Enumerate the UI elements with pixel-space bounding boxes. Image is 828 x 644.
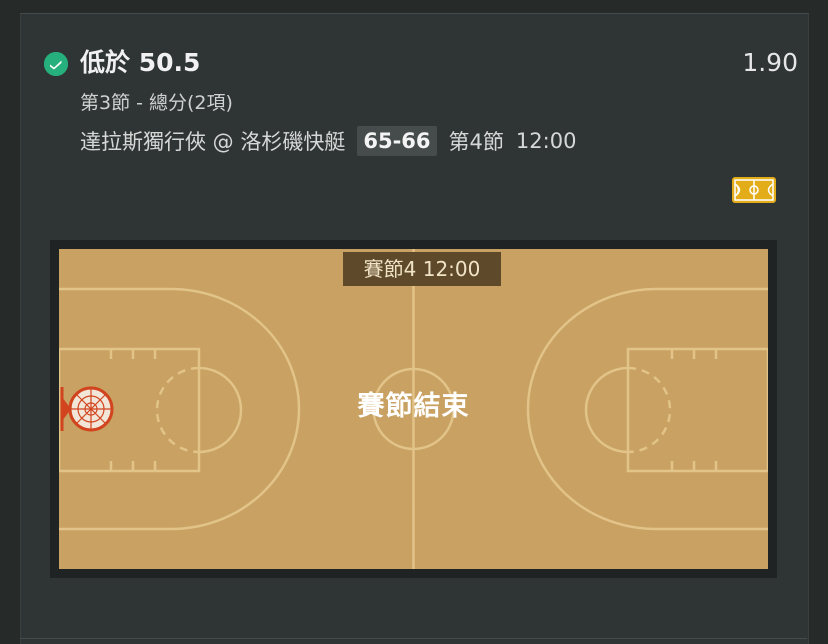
bet-odds: 1.90 xyxy=(742,48,798,77)
basketball-court: 賽節4 12:00 賽節結束 xyxy=(59,249,768,569)
match-info: 達拉斯獨行俠 @ 洛杉磯快艇 65-66 第4節 12:00 xyxy=(80,125,576,157)
check-circle-icon xyxy=(44,52,68,76)
match-period: 第4節 xyxy=(448,130,504,154)
divider xyxy=(20,638,807,639)
match-teams[interactable]: 達拉斯獨行俠 @ 洛杉磯快艇 xyxy=(80,126,345,156)
bet-selection: 低於 50.5 xyxy=(80,48,201,77)
basketball-court-icon xyxy=(734,179,774,201)
period-status: 賽節結束 xyxy=(357,391,470,422)
match-time: 12:00 xyxy=(515,129,577,153)
bet-market: 第3節 - 總分(2項) xyxy=(80,92,233,114)
match-score: 65-66 xyxy=(357,126,437,156)
court-visualization: 賽節4 12:00 賽節結束 xyxy=(50,240,777,578)
period-clock: 賽節4 12:00 xyxy=(343,252,501,286)
court-view-toggle[interactable] xyxy=(732,177,776,203)
